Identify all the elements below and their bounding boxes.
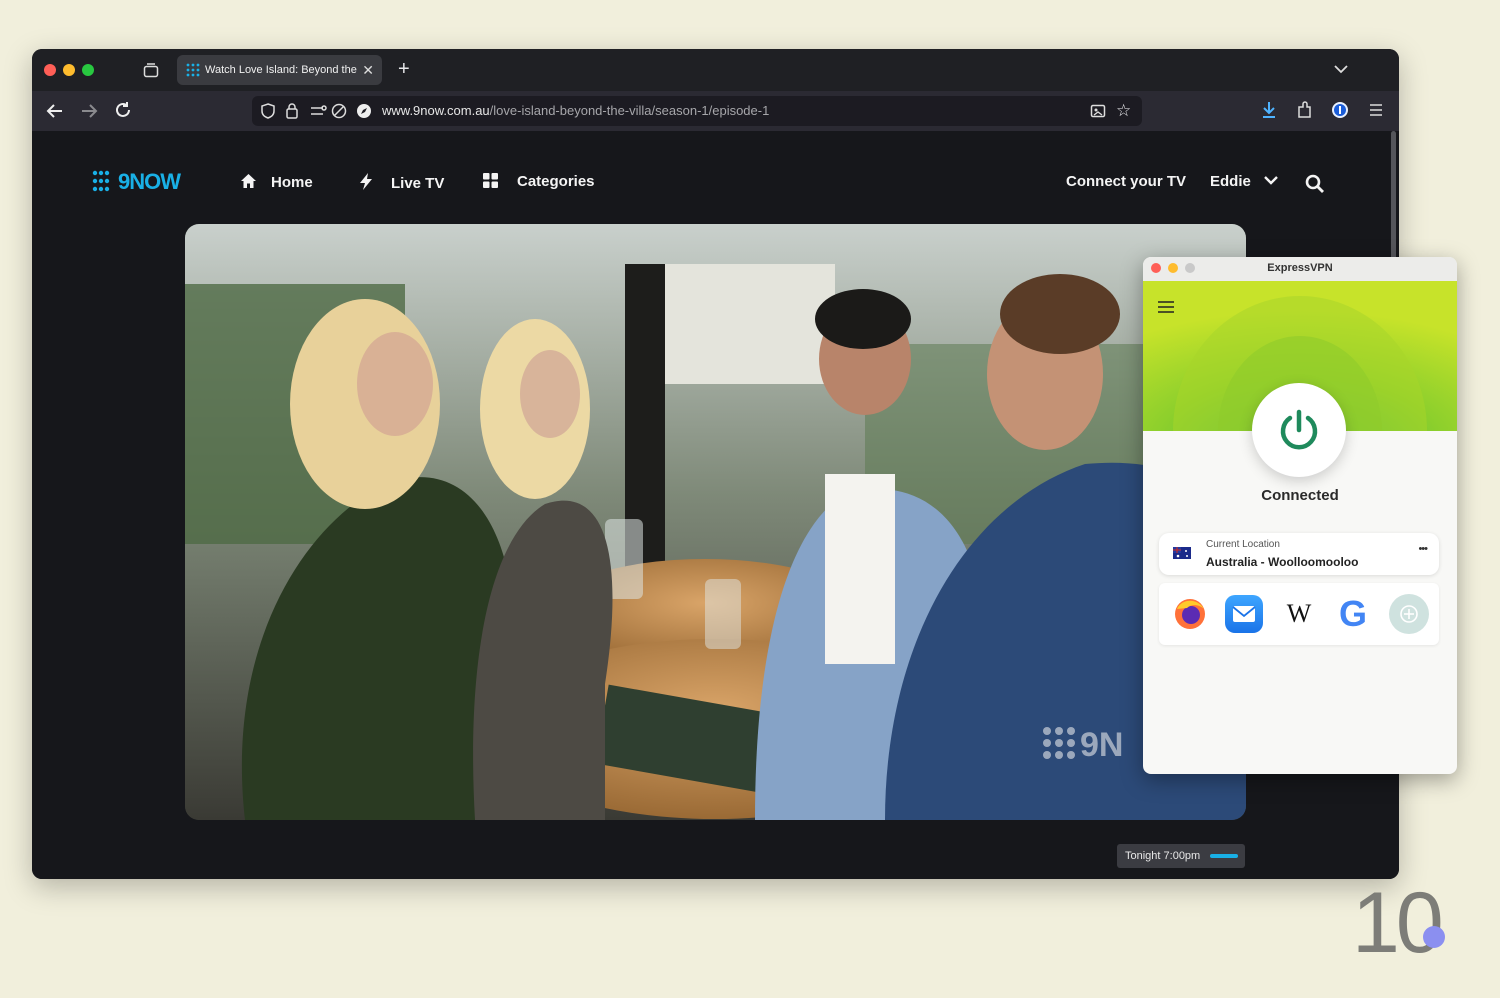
lock-icon[interactable]: [285, 102, 299, 119]
power-icon: [1280, 409, 1318, 450]
new-tab-icon[interactable]: +: [398, 59, 410, 79]
tab-bar: Watch Love Island: Beyond the Villa ✕ +: [32, 49, 1399, 91]
vpn-status-text: Connected: [1261, 487, 1339, 504]
9now-logo[interactable]: 9NOW: [92, 169, 181, 195]
nav-live-tv-label: Live TV: [391, 175, 445, 192]
connect-tv-link[interactable]: Connect your TV: [1066, 173, 1186, 190]
nav-home-label: Home: [271, 174, 313, 191]
close-tab-icon[interactable]: ✕: [362, 55, 374, 85]
nav-live-tv[interactable]: Live TV: [359, 173, 444, 192]
url-text: www.9now.com.au/love-island-beyond-the-v…: [382, 96, 769, 126]
9now-dots-logo-icon: [92, 170, 110, 192]
vpn-power-button[interactable]: [1252, 383, 1346, 477]
lightning-icon: [360, 173, 372, 190]
extensions-icon[interactable]: [1296, 101, 1314, 119]
australia-flag-icon: [1173, 547, 1191, 559]
mail-icon: [1232, 606, 1256, 622]
search-icon[interactable]: [1305, 174, 1325, 194]
password-manager-icon[interactable]: [1331, 101, 1349, 119]
list-tabs-chevron-icon[interactable]: [1334, 64, 1348, 74]
nav-categories-label: Categories: [517, 173, 595, 190]
video-frame-image: 9N: [185, 224, 1246, 820]
autoplay-blocked-icon[interactable]: [331, 103, 347, 119]
9now-favicon-icon: [186, 63, 200, 77]
reader-view-icon[interactable]: [1090, 103, 1106, 119]
channel-logo-icon: [1210, 854, 1238, 858]
vpn-close-button[interactable]: [1151, 263, 1161, 273]
tonight-label: Tonight 7:00pm: [1125, 850, 1201, 862]
firefox-icon: [1175, 599, 1205, 629]
url-domain: www.9now.com.au: [382, 103, 490, 118]
firefox-shortcut[interactable]: [1171, 595, 1209, 633]
vpn-title-bar: ExpressVPN: [1143, 257, 1457, 281]
mail-shortcut[interactable]: [1225, 595, 1263, 633]
vpn-maximize-button[interactable]: [1185, 263, 1195, 273]
grid-icon: [483, 173, 498, 188]
brand-dot-icon: [1423, 926, 1445, 948]
minimize-window-button[interactable]: [63, 64, 75, 76]
home-icon: [241, 174, 256, 188]
vpn-menu-icon[interactable]: [1157, 300, 1175, 314]
brand-number: 10: [1352, 875, 1444, 971]
expressvpn-window: ExpressVPN Connected Current Location Au…: [1143, 257, 1457, 774]
chevron-down-icon: [1264, 176, 1278, 185]
bookmark-star-icon[interactable]: ☆: [1116, 101, 1131, 121]
location-label: Current Location: [1206, 539, 1280, 550]
tab-active[interactable]: Watch Love Island: Beyond the Villa ✕: [177, 55, 382, 85]
user-menu[interactable]: Eddie: [1210, 173, 1279, 190]
hamburger-menu-icon[interactable]: [1369, 103, 1383, 117]
vpn-minimize-button[interactable]: [1168, 263, 1178, 273]
logo-text: 9NOW: [118, 169, 181, 194]
reload-icon[interactable]: [114, 101, 132, 119]
screenshot-background: { "browser": { "tab_title": "Watch Love …: [0, 0, 1500, 998]
site-info-icon[interactable]: [356, 103, 372, 119]
forward-arrow-icon[interactable]: [80, 102, 98, 120]
shield-icon[interactable]: [260, 103, 276, 119]
url-path: /love-island-beyond-the-villa/season-1/e…: [489, 103, 770, 118]
maximize-window-button[interactable]: [82, 64, 94, 76]
google-shortcut[interactable]: G: [1334, 595, 1372, 633]
page-scrollbar[interactable]: [1391, 131, 1396, 261]
location-name: Australia - Woolloomooloo: [1206, 555, 1359, 569]
video-player[interactable]: 9N: [185, 224, 1246, 820]
tab-title: Watch Love Island: Beyond the Villa: [205, 64, 357, 76]
channel-watermark: 9N: [1080, 726, 1123, 764]
back-arrow-icon[interactable]: [46, 102, 64, 120]
navigation-toolbar: www.9now.com.au/love-island-beyond-the-v…: [32, 91, 1399, 131]
downloads-icon[interactable]: [1261, 101, 1277, 119]
nav-categories[interactable]: Categories: [483, 173, 595, 190]
wikipedia-shortcut[interactable]: W: [1280, 595, 1318, 633]
vpn-title: ExpressVPN: [1267, 262, 1333, 274]
user-name: Eddie: [1210, 173, 1251, 190]
location-more-icon[interactable]: •••: [1418, 543, 1428, 555]
url-bar[interactable]: www.9now.com.au/love-island-beyond-the-v…: [252, 96, 1142, 126]
tab-overview-icon[interactable]: [143, 62, 159, 78]
close-window-button[interactable]: [44, 64, 56, 76]
tonight-badge: Tonight 7:00pm: [1117, 844, 1245, 868]
add-shortcut-button[interactable]: [1389, 594, 1429, 634]
current-location-card[interactable]: Current Location Australia - Woolloomool…: [1159, 533, 1439, 575]
nav-home[interactable]: Home: [240, 173, 313, 191]
permissions-icon[interactable]: [310, 103, 328, 119]
brand-logo: 10: [1352, 880, 1462, 968]
app-shortcuts: W G: [1159, 583, 1439, 645]
add-icon: [1400, 605, 1418, 623]
